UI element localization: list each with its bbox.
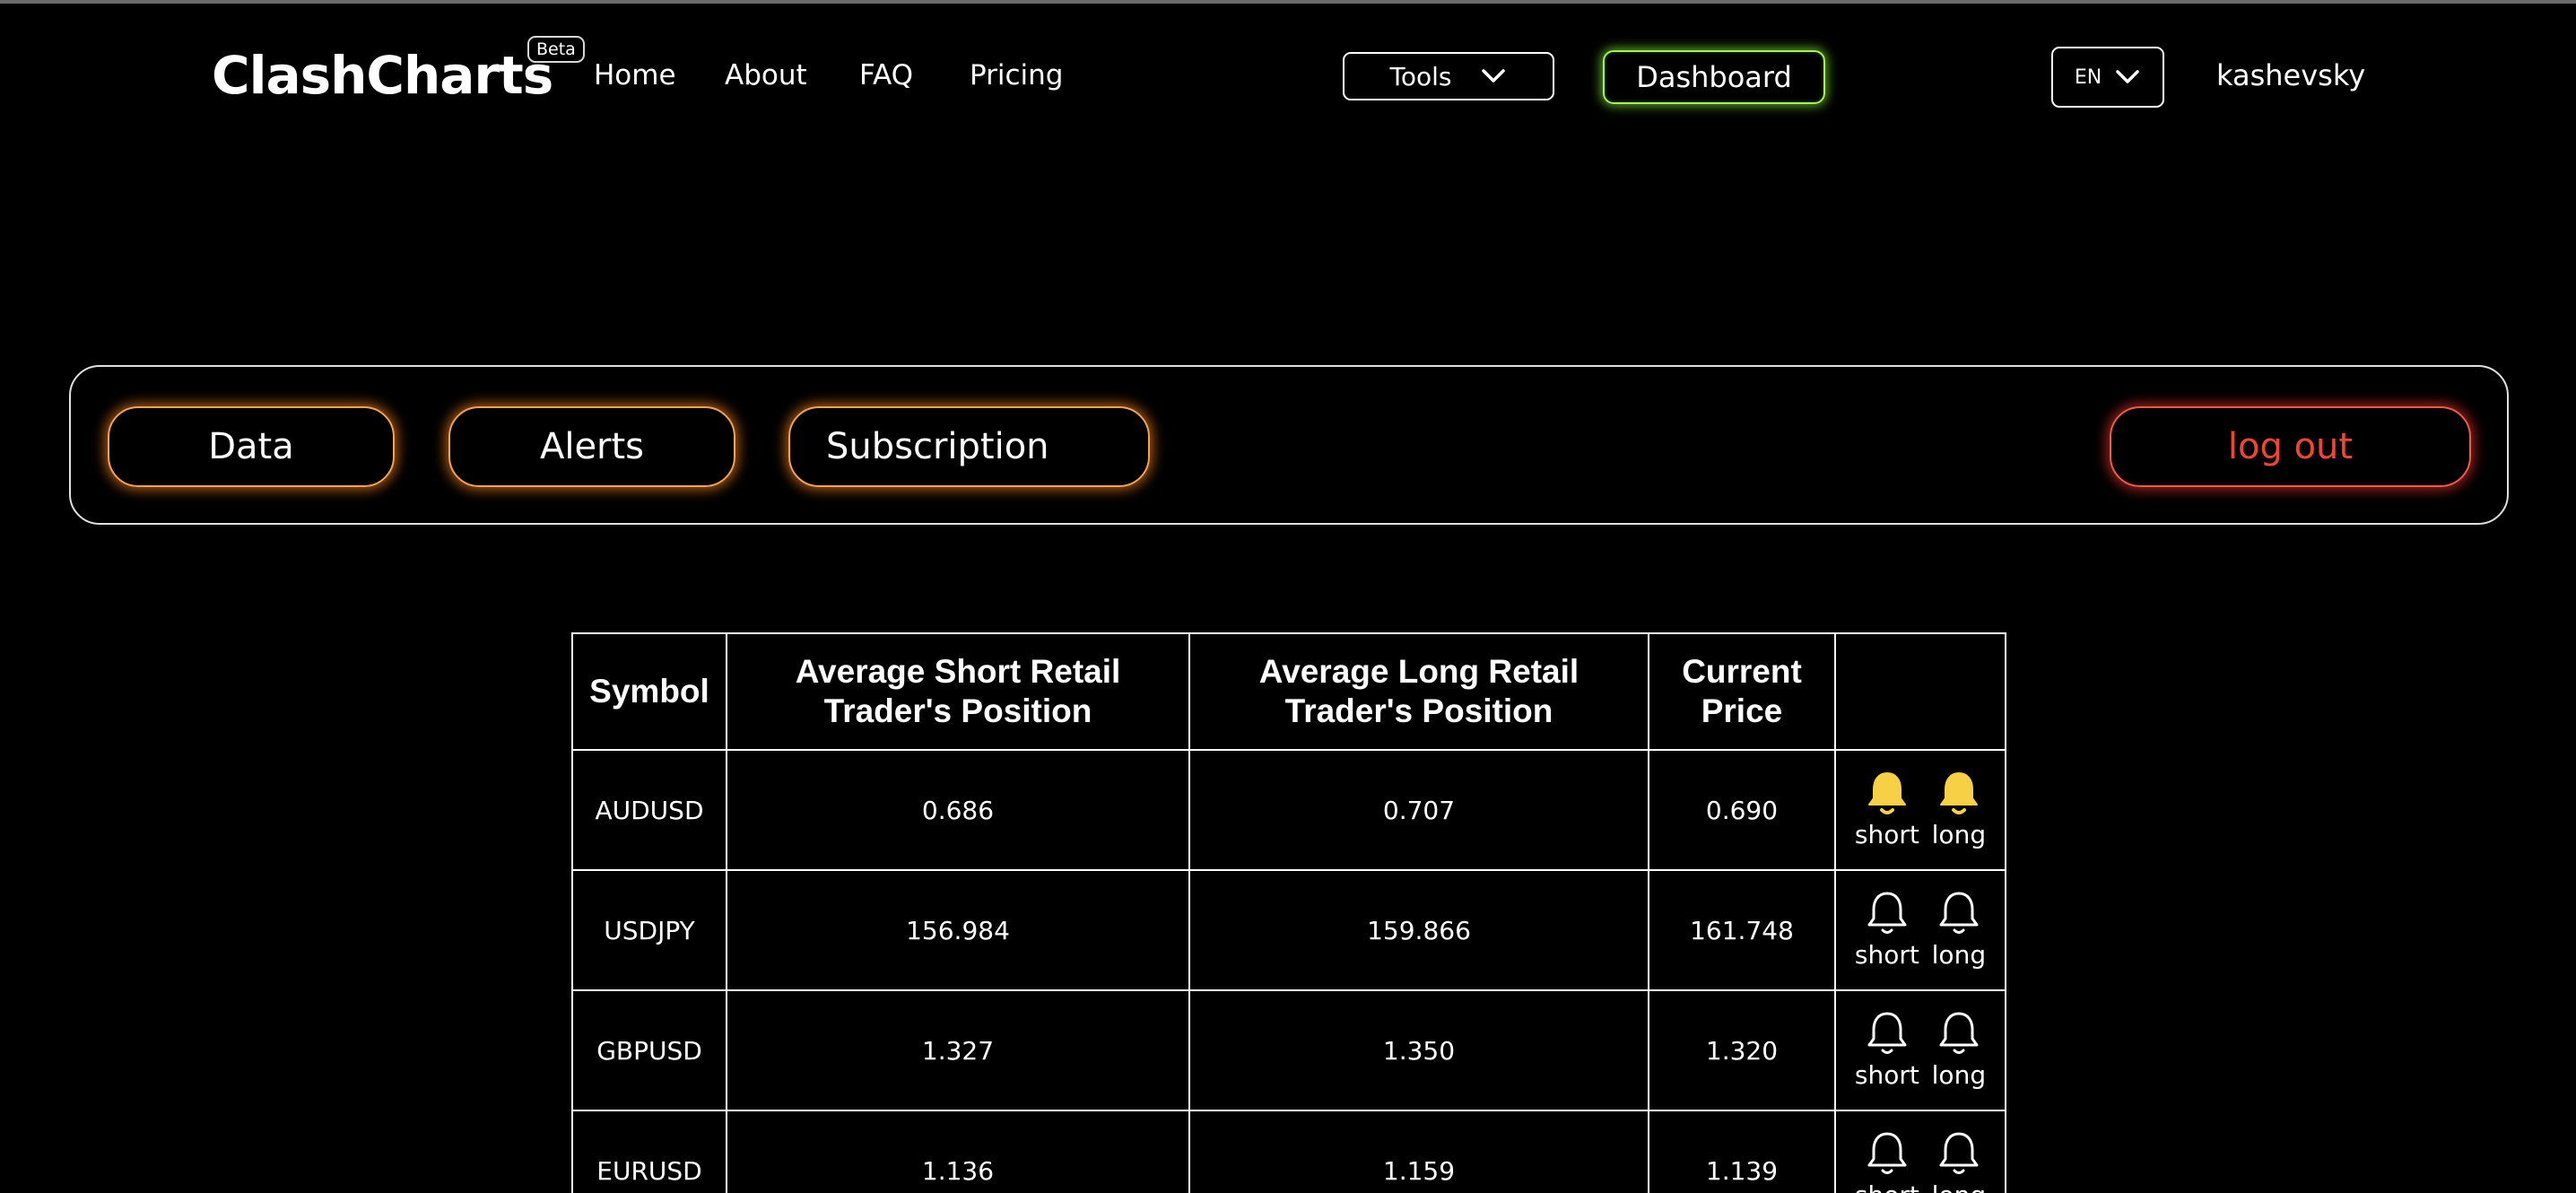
alerts-button[interactable]: Alerts	[448, 406, 735, 487]
bell-icon	[1867, 892, 1907, 934]
current-price-cell: 0.690	[1648, 749, 1836, 871]
table-row: GBPUSD 1.327 1.350 1.320 short long	[571, 989, 2006, 1111]
data-button[interactable]: Data	[108, 406, 395, 487]
avg-short-cell: 0.686	[726, 749, 1190, 871]
nav-home-link[interactable]: Home	[594, 57, 676, 93]
column-header-alerts	[1834, 632, 2006, 751]
nav-about-link[interactable]: About	[725, 57, 807, 93]
column-header-avg-short: Average Short Retail Trader's Position	[726, 632, 1190, 751]
table-row: EURUSD 1.136 1.159 1.139 short long	[571, 1110, 2006, 1193]
table-row: USDJPY 156.984 159.866 161.748 short lon…	[571, 869, 2006, 991]
short-alert-button[interactable]: short	[1855, 770, 1919, 850]
bell-icon	[1939, 1132, 1979, 1174]
bell-icon	[1867, 772, 1906, 814]
column-header-current-price: Current Price	[1648, 632, 1836, 751]
long-alert-button[interactable]: long	[1932, 770, 1986, 850]
logo[interactable]: ClashCharts	[212, 43, 553, 108]
logout-button[interactable]: log out	[2110, 406, 2471, 487]
current-price-cell: 1.320	[1648, 989, 1836, 1111]
avg-short-cell: 156.984	[726, 869, 1190, 991]
symbol-cell: AUDUSD	[571, 749, 727, 871]
bell-icon	[1939, 772, 1978, 814]
short-alert-label: short	[1854, 940, 1919, 970]
short-alert-button[interactable]: short	[1855, 1010, 1919, 1091]
column-header-avg-long: Average Long Retail Trader's Position	[1188, 632, 1649, 751]
table-row: AUDUSD 0.686 0.707 0.690 short long	[571, 749, 2006, 871]
short-alert-label: short	[1854, 1060, 1919, 1090]
table-header-row: Symbol Average Short Retail Trader's Pos…	[571, 632, 2006, 751]
tools-dropdown[interactable]: Tools	[1343, 52, 1554, 100]
long-alert-label: long	[1932, 1180, 1986, 1193]
alerts-cell: short long	[1834, 749, 2006, 871]
chevron-down-icon	[2116, 70, 2139, 83]
avg-long-cell: 1.350	[1188, 989, 1649, 1111]
current-price-cell: 161.748	[1648, 869, 1836, 991]
short-alert-button[interactable]: short	[1855, 1130, 1919, 1193]
long-alert-label: long	[1931, 1060, 1987, 1090]
tools-label: Tools	[1389, 61, 1452, 91]
account-panel: Data Alerts Subscription log out	[69, 365, 2509, 525]
symbol-cell: GBPUSD	[571, 989, 727, 1111]
long-alert-label: long	[1931, 940, 1987, 970]
alerts-cell: short long	[1834, 989, 2006, 1111]
short-alert-button[interactable]: short	[1855, 890, 1919, 971]
current-price-cell: 1.139	[1648, 1110, 1836, 1193]
alerts-cell: short long	[1834, 1110, 2006, 1193]
symbol-cell: EURUSD	[571, 1110, 727, 1193]
avg-long-cell: 1.159	[1188, 1110, 1649, 1193]
language-label: EN	[2074, 65, 2102, 89]
nav-pricing-link[interactable]: Pricing	[970, 57, 1064, 93]
chevron-down-icon	[1482, 69, 1506, 83]
bell-icon	[1939, 892, 1979, 934]
long-alert-label: long	[1931, 820, 1987, 849]
symbol-cell: USDJPY	[571, 869, 727, 991]
long-alert-button[interactable]: long	[1932, 1010, 1986, 1091]
avg-long-cell: 159.866	[1188, 869, 1649, 991]
avg-short-cell: 1.327	[726, 989, 1190, 1111]
subscription-button[interactable]: Subscription	[788, 406, 1150, 487]
column-header-symbol: Symbol	[571, 632, 727, 751]
long-alert-button[interactable]: long	[1932, 1130, 1986, 1193]
username-link[interactable]: kashevsky	[2216, 57, 2365, 93]
alerts-cell: short long	[1834, 869, 2006, 991]
positions-table: Symbol Average Short Retail Trader's Pos…	[571, 632, 2006, 1193]
long-alert-button[interactable]: long	[1932, 890, 1986, 971]
avg-short-cell: 1.136	[726, 1110, 1190, 1193]
nav-faq-link[interactable]: FAQ	[859, 57, 913, 93]
beta-badge: Beta	[527, 36, 585, 63]
short-alert-label: short	[1855, 1180, 1919, 1193]
dashboard-button[interactable]: Dashboard	[1603, 50, 1825, 104]
language-selector[interactable]: EN	[2051, 47, 2164, 108]
bell-icon	[1939, 1012, 1979, 1054]
short-alert-label: short	[1854, 820, 1919, 849]
avg-long-cell: 0.707	[1188, 749, 1649, 871]
bell-icon	[1867, 1012, 1907, 1054]
bell-icon	[1867, 1132, 1907, 1174]
top-navigation: ClashCharts Beta Home About FAQ Pricing …	[0, 4, 2576, 147]
